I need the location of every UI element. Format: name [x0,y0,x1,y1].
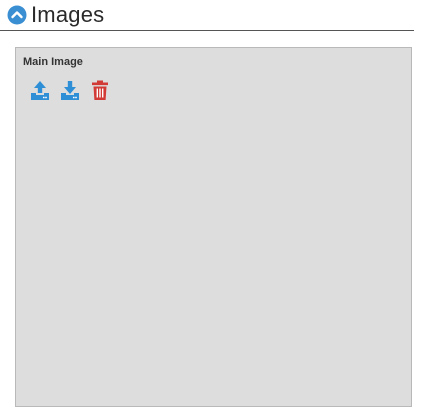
upload-icon [31,81,49,100]
images-section-header: Images [6,0,414,30]
download-button[interactable] [58,78,82,102]
main-image-panel: Main Image [15,47,412,407]
delete-button[interactable] [88,78,112,102]
section-title: Images [31,2,105,27]
main-image-label: Main Image [23,56,83,68]
download-icon [61,81,79,100]
collapse-toggle-button[interactable] [6,4,28,26]
image-actions-toolbar [28,78,112,102]
upload-button[interactable] [28,78,52,102]
trash-icon [92,80,108,100]
chevron-up-circle-icon [7,5,27,25]
header-divider [0,30,414,31]
